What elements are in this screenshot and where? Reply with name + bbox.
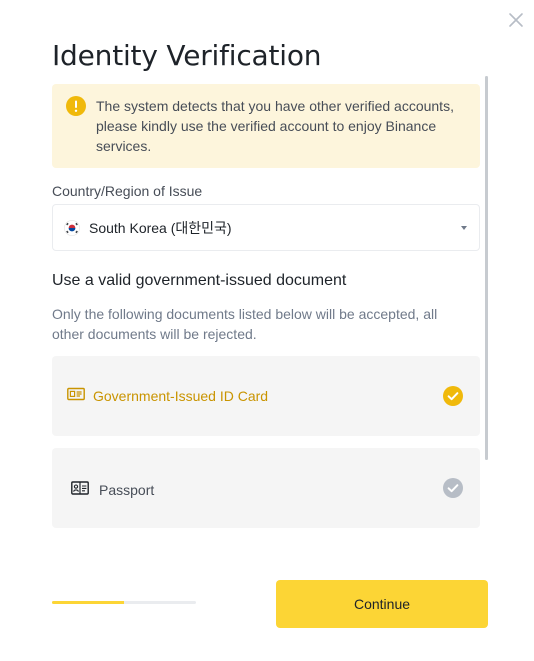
document-option-label: Passport <box>99 482 155 498</box>
country-label: Country/Region of Issue <box>52 183 203 199</box>
passport-icon <box>71 481 89 495</box>
page-title: Identity Verification <box>52 39 322 72</box>
scrollbar-thumb[interactable] <box>485 76 488 460</box>
country-select[interactable]: South Korea (대한민국) <box>52 204 480 251</box>
check-circle-icon <box>443 386 463 406</box>
alert-text: The system detects that you have other v… <box>96 98 454 154</box>
documents-heading: Use a valid government-issued document <box>52 272 347 289</box>
south-korea-flag-icon <box>64 220 80 236</box>
documents-description: Only the following documents listed belo… <box>52 306 438 342</box>
scrollbar[interactable] <box>485 76 488 460</box>
progress-bar <box>52 601 196 604</box>
id-card-icon <box>67 387 85 401</box>
exclamation-circle-icon <box>66 96 86 116</box>
country-select-value: South Korea (대한민국) <box>89 220 232 236</box>
document-option-id-card[interactable]: Government-Issued ID Card <box>52 356 480 436</box>
alert-banner: The system detects that you have other v… <box>52 84 480 168</box>
close-button[interactable] <box>505 9 527 31</box>
progress-bar-fill <box>52 601 124 604</box>
document-option-label: Government-Issued ID Card <box>93 388 269 404</box>
continue-button[interactable]: Continue <box>276 580 488 628</box>
caret-down-icon <box>461 226 467 230</box>
document-option-passport[interactable]: Passport <box>52 448 480 528</box>
check-circle-icon <box>443 478 463 498</box>
close-icon <box>509 13 523 27</box>
